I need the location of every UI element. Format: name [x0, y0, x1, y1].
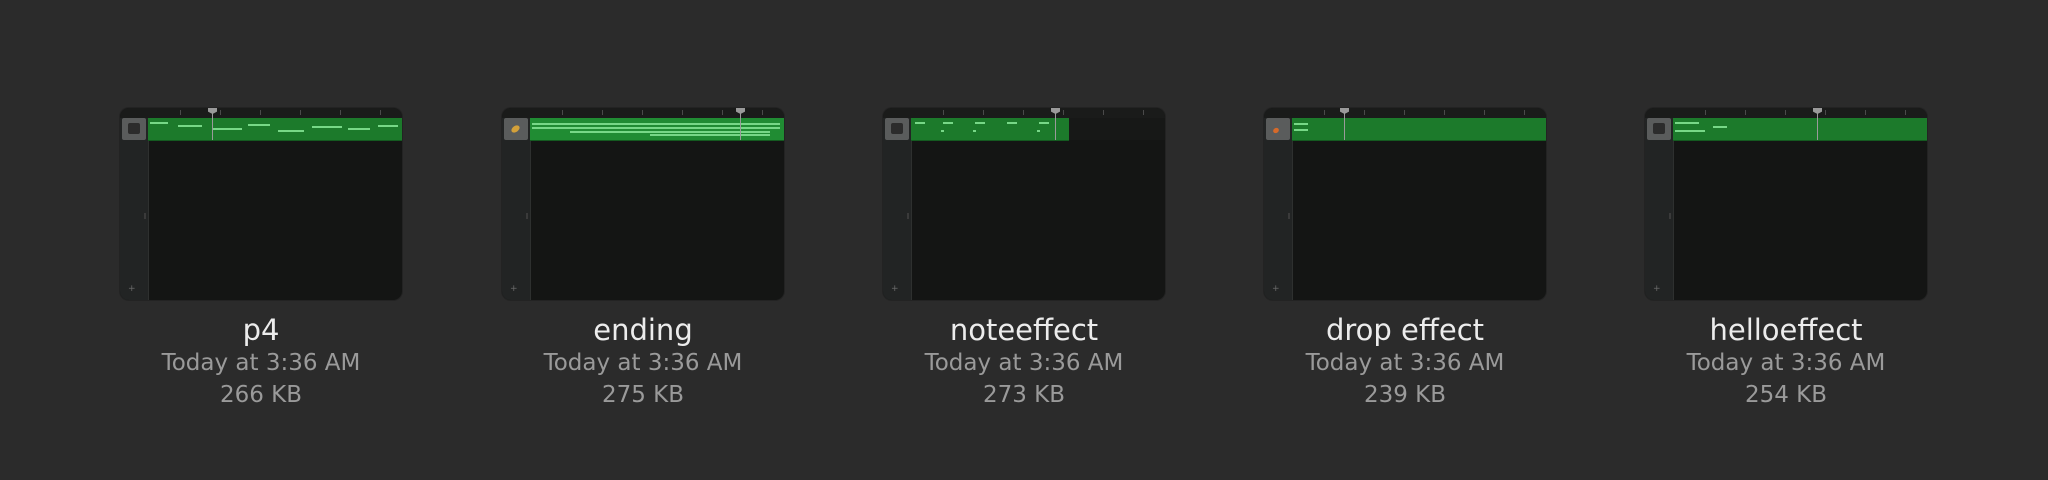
add-track-icon: +: [891, 284, 899, 294]
file-size: 275 KB: [601, 382, 685, 408]
playhead: [1344, 108, 1345, 140]
timeline-ruler: [120, 108, 402, 118]
project-thumbnail[interactable]: +: [502, 108, 784, 300]
file-modified-date: Today at 3:36 AM: [924, 350, 1124, 376]
file-size: 239 KB: [1363, 382, 1447, 408]
track-region: [911, 118, 1069, 141]
add-track-icon: +: [510, 284, 518, 294]
playhead: [1055, 108, 1056, 140]
timeline-ruler: [1645, 108, 1927, 118]
track-header: +: [502, 118, 531, 300]
track-header: +: [1264, 118, 1293, 300]
file-item-drop-effect[interactable]: + drop effect Today at 3:36 AM 239 KB: [1264, 108, 1546, 411]
file-name: ending: [593, 313, 693, 347]
file-name: drop effect: [1325, 313, 1485, 347]
playhead: [740, 108, 741, 140]
track-region: [1673, 118, 1927, 141]
track-header: +: [883, 118, 912, 300]
drum-kit-icon: [122, 118, 146, 140]
file-modified-date: Today at 3:36 AM: [1686, 350, 1886, 376]
guitar-icon: [504, 118, 528, 140]
track-header: +: [1645, 118, 1674, 300]
file-modified-date: Today at 3:36 AM: [543, 350, 743, 376]
track-header: +: [120, 118, 149, 300]
track-region: [148, 118, 402, 141]
project-thumbnail[interactable]: +: [883, 108, 1165, 300]
file-grid: + p4 Today at 3:36 AM 266 KB + ending To…: [0, 0, 2048, 480]
file-item-helloeffect[interactable]: + helloeffect Today at 3:36 AM 254 KB: [1645, 108, 1927, 411]
file-size: 266 KB: [219, 382, 303, 408]
track-region: [530, 118, 784, 141]
add-track-icon: +: [1272, 284, 1280, 294]
timeline-ruler: [1264, 108, 1546, 118]
file-item-ending[interactable]: + ending Today at 3:36 AM 275 KB: [502, 108, 784, 411]
playhead: [1817, 108, 1818, 140]
keyboard-icon: [885, 118, 909, 140]
file-name: p4: [242, 313, 280, 347]
playhead: [212, 108, 213, 140]
add-track-icon: +: [1653, 284, 1661, 294]
file-name: helloeffect: [1709, 313, 1863, 347]
project-thumbnail[interactable]: +: [1264, 108, 1546, 300]
guitar-icon: [1266, 118, 1290, 140]
file-name: noteeffect: [949, 313, 1099, 347]
project-thumbnail[interactable]: +: [120, 108, 402, 300]
file-size: 273 KB: [982, 382, 1066, 408]
file-size: 254 KB: [1744, 382, 1828, 408]
track-region: [1292, 118, 1546, 141]
file-modified-date: Today at 3:36 AM: [1305, 350, 1505, 376]
timeline-ruler: [883, 108, 1165, 118]
file-modified-date: Today at 3:36 AM: [161, 350, 361, 376]
keyboard-icon: [1647, 118, 1671, 140]
add-track-icon: +: [128, 284, 136, 294]
project-thumbnail[interactable]: +: [1645, 108, 1927, 300]
file-item-p4[interactable]: + p4 Today at 3:36 AM 266 KB: [120, 108, 402, 411]
file-item-noteeffect[interactable]: + noteeffect Today at 3:36 AM 273 KB: [883, 108, 1165, 411]
empty-track-area: [1069, 118, 1165, 140]
